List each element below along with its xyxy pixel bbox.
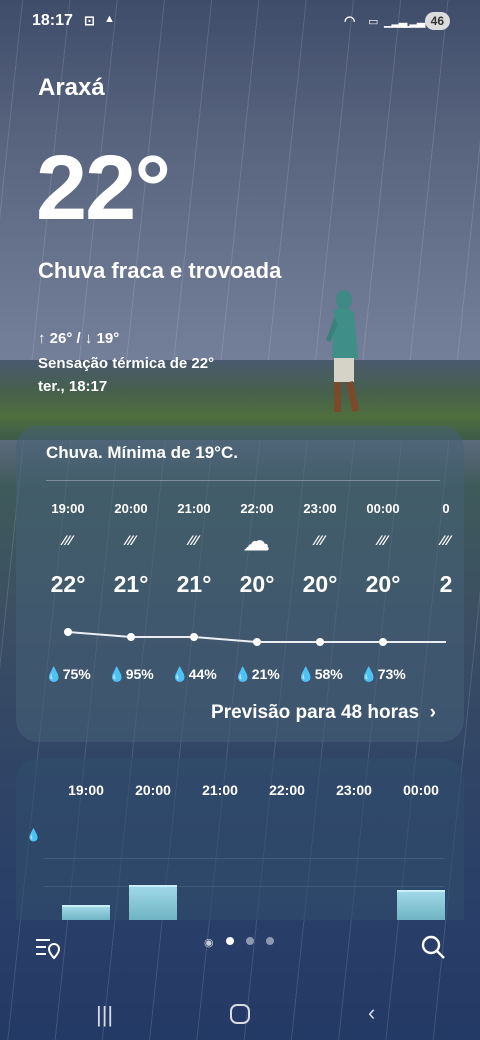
hour-label: 21:00 (177, 501, 211, 516)
hd-icon: ▭ (368, 16, 378, 28)
hour-precipitation: 💧21% (234, 666, 280, 682)
hour-label: 22:00 (240, 501, 274, 516)
hour-temperature: 22° (50, 571, 86, 597)
status-time: 18:17 (32, 12, 73, 29)
bottom-toolbar: ◉ (0, 926, 480, 970)
recents-icon[interactable]: ||| (96, 1002, 113, 1028)
hour-precipitation: 💧75% (45, 666, 91, 682)
city-name[interactable]: Araxá (38, 74, 105, 102)
system-nav-bar: ||| ‹ (0, 990, 480, 1040)
forecast-48h-link[interactable]: Previsão para 48 horas › (211, 702, 436, 724)
divider (46, 480, 440, 481)
signal-2-icon: ▁▂▃ (402, 16, 425, 28)
screenshot-icon: ⊡ (84, 13, 95, 28)
grid-line (44, 858, 444, 859)
min-max-temperature: ↑ 26° / ↓ 19° (38, 330, 120, 347)
rain-icon: ⁄⁄⁄ (62, 532, 73, 548)
hour-precipitation: 💧73% (360, 666, 406, 682)
temperature-point (253, 638, 261, 646)
hour-temperature: 21° (176, 571, 212, 597)
hour-temperature: 2 (439, 571, 453, 597)
hour-precipitation: 💧58% (297, 666, 343, 682)
rain-icon: ⁄⁄⁄ (188, 532, 199, 548)
person-in-raincoat-illustration (326, 290, 360, 412)
page-dot-active[interactable] (226, 937, 234, 945)
precip-bar (397, 890, 445, 920)
forecast-48h-label: Previsão para 48 horas (211, 702, 420, 723)
temperature-point (64, 628, 72, 636)
rain-icon: ⁄⁄⁄ (377, 532, 388, 548)
weather-condition: Chuva fraca e trovoada (38, 258, 282, 283)
back-icon[interactable]: ‹ (368, 1000, 375, 1026)
page-dot[interactable] (246, 937, 254, 945)
hourly-forecast-card[interactable]: Chuva. Mínima de 19°C. 19:00 ⁄⁄⁄ 22° 💧75% 20… (16, 426, 464, 742)
grid-line (44, 886, 444, 887)
hour-label: 0 (442, 501, 450, 516)
feels-like: Sensação térmica de 22° (38, 355, 215, 372)
home-icon[interactable] (229, 1003, 251, 1025)
precip-bar (62, 905, 110, 920)
rain-icon: ⁄⁄⁄ (440, 532, 451, 548)
precip-hour-label: 23:00 (336, 782, 372, 798)
location-pin-icon: ◉ (204, 937, 214, 949)
hour-label: 23:00 (303, 501, 337, 516)
precip-hour-label: 19:00 (68, 782, 104, 798)
hour-temperature: 21° (113, 571, 149, 597)
wifi-icon: ◠ (344, 13, 356, 28)
page-dot[interactable] (266, 937, 274, 945)
chevron-right-icon: › (424, 702, 436, 723)
hour-label: 00:00 (366, 501, 400, 516)
rain-icon: ⁄⁄⁄ (125, 532, 136, 548)
hour-label: 20:00 (114, 501, 148, 516)
hour-precipitation: 💧44% (171, 666, 217, 682)
hour-temperature: 20° (239, 571, 275, 597)
hour-label: 19:00 (51, 501, 85, 516)
precip-hour-label: 22:00 (269, 782, 305, 798)
temperature-point (127, 633, 135, 641)
temperature-point (316, 638, 324, 646)
temperature-point (190, 633, 198, 641)
search-icon[interactable] (420, 934, 446, 960)
precip-hour-label: 21:00 (202, 782, 238, 798)
current-temperature: 22° (36, 137, 171, 239)
cloud-icon: ☁ (243, 526, 271, 556)
precip-drops-icon: 💧 (26, 828, 41, 842)
precipitation-card[interactable]: 19:00 20:00 21:00 22:00 23:00 00:00 💧 (16, 758, 464, 920)
hour-precipitation: 💧95% (108, 666, 154, 682)
precip-bar (129, 885, 177, 920)
hour-temperature: 20° (302, 571, 338, 597)
precip-hour-label: 20:00 (135, 782, 171, 798)
status-bar: 18:17 ⊡ ▲ ◠ ▭ ▁▂▃ ▁▂▃ 46 (0, 10, 480, 34)
alert-icon: ▲ (104, 13, 115, 25)
hour-temperature: 20° (365, 571, 401, 597)
hourly-summary: Chuva. Mínima de 19°C. (46, 443, 238, 462)
rain-icon: ⁄⁄⁄ (314, 532, 325, 548)
manage-locations-icon[interactable] (34, 936, 62, 960)
temperature-point (379, 638, 387, 646)
date-time: ter., 18:17 (38, 378, 108, 395)
battery-indicator: 46 (424, 12, 450, 30)
precip-hour-label: 00:00 (403, 782, 439, 798)
temperature-curve (64, 628, 446, 646)
